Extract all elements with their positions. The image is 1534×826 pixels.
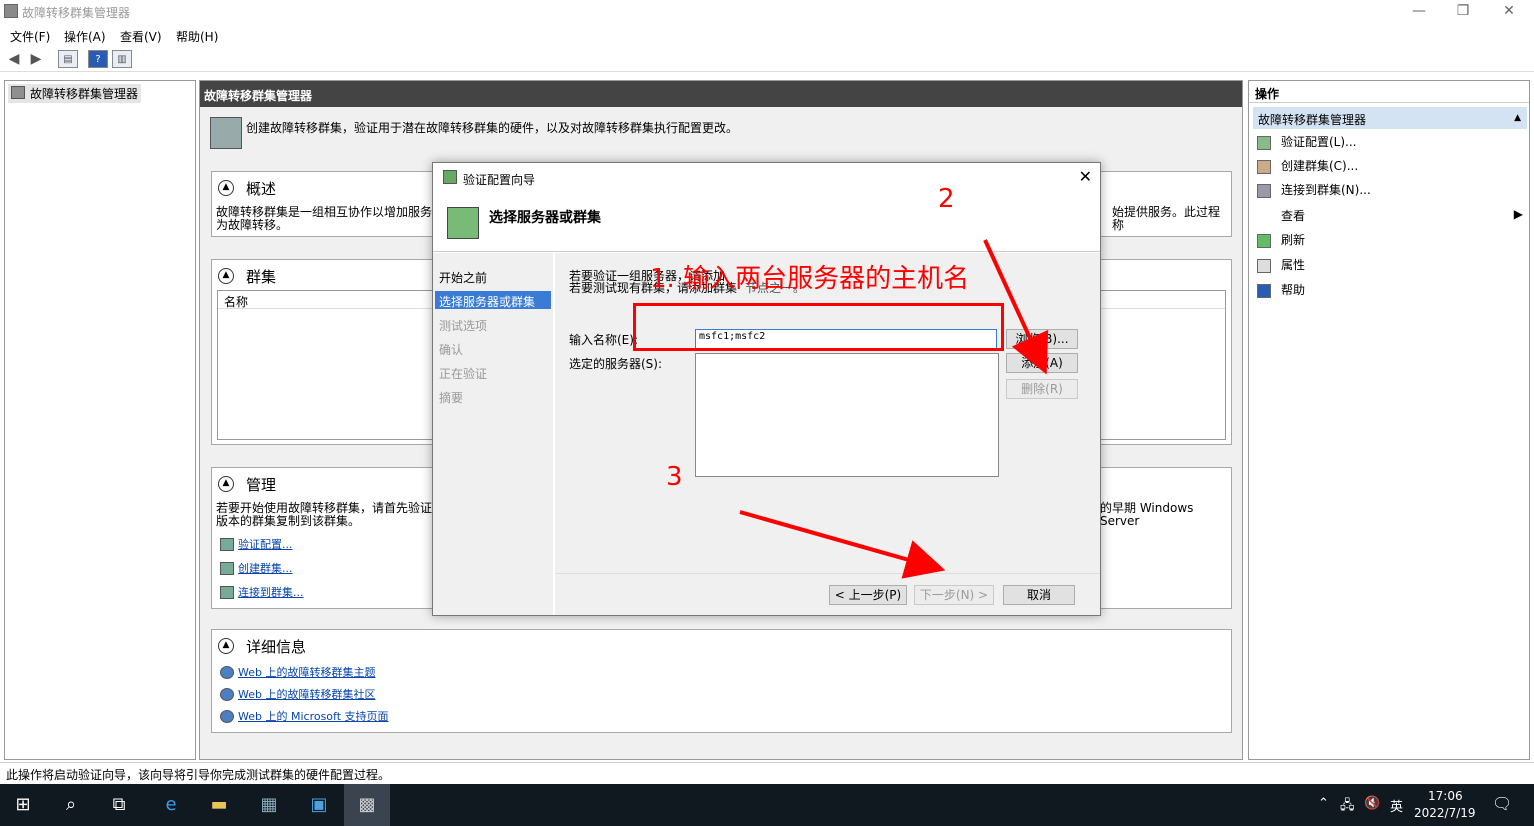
arrow-to-add-button — [983, 239, 1049, 375]
arrow-to-next-button — [739, 510, 946, 579]
annotation-arrows — [739, 239, 1049, 579]
